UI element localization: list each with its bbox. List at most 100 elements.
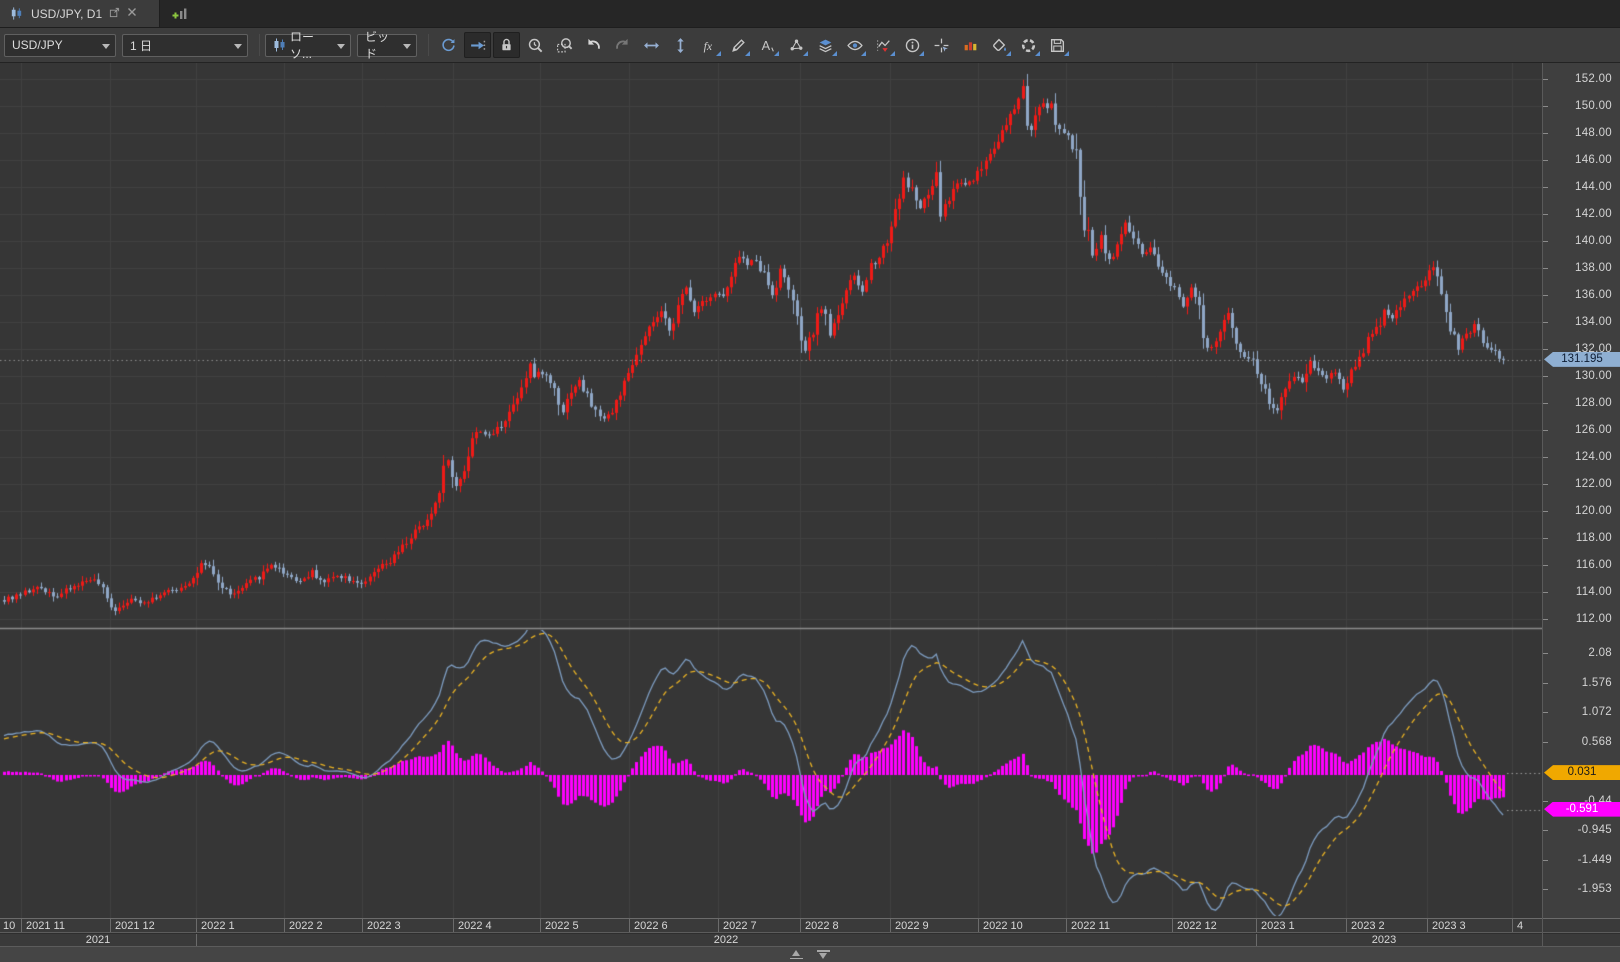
signals-button[interactable] <box>870 32 897 58</box>
indicator-tick-label: 1.576 <box>1582 677 1612 689</box>
draw-icon <box>730 37 747 54</box>
indicator-tick-label: 2.08 <box>1588 647 1612 659</box>
month-divider <box>890 919 891 932</box>
current-price-badge: 131.195 <box>1544 352 1620 367</box>
year-divider <box>196 934 197 946</box>
symbol-select[interactable]: USD/JPY <box>4 34 116 57</box>
object-layers-button[interactable] <box>812 32 839 58</box>
crosshair-button[interactable] <box>928 32 955 58</box>
zoom-region-button[interactable] <box>551 32 578 58</box>
chart-type-select[interactable]: ローソ... <box>265 34 351 57</box>
month-label: 2023 2 <box>1351 920 1385 932</box>
chart-colors-button[interactable] <box>986 32 1013 58</box>
month-label: 2021 12 <box>115 920 155 932</box>
month-label: 4 <box>1517 920 1523 932</box>
price-tick-label: 126.00 <box>1575 424 1612 436</box>
axis-tick-mark <box>1543 106 1548 107</box>
price-tick-label: 138.00 <box>1575 262 1612 274</box>
price-axis[interactable]: 131.195 0.031 -0.591 152.00150.00148.001… <box>1542 63 1620 918</box>
chart-tab-bar: USD/JPY, D1 <box>0 0 1620 28</box>
month-divider <box>629 919 630 932</box>
chart-tab-usdjpy-d1[interactable]: USD/JPY, D1 <box>0 0 160 27</box>
zoom-in-icon <box>527 37 544 54</box>
scale-horizontal-button[interactable] <box>638 32 665 58</box>
month-divider <box>718 919 719 932</box>
lock-scrolling-button[interactable] <box>493 32 520 58</box>
toolbar-icon-group: fx A <box>434 32 1072 58</box>
crosshair-icon <box>933 37 950 54</box>
refresh-button[interactable] <box>435 32 462 58</box>
axis-tick-mark <box>1543 376 1548 377</box>
price-tick-label: 148.00 <box>1575 127 1612 139</box>
info-icon <box>904 37 921 54</box>
popout-chart-icon[interactable] <box>109 7 120 21</box>
close-tab-icon[interactable] <box>127 7 137 20</box>
undo-button[interactable] <box>580 32 607 58</box>
month-label: 2023 1 <box>1261 920 1295 932</box>
scale-vertical-icon <box>672 37 689 54</box>
candlestick-chart-icon <box>8 6 24 22</box>
scale-vertical-button[interactable] <box>667 32 694 58</box>
price-tick-label: 130.00 <box>1575 370 1612 382</box>
price-tick-label: 146.00 <box>1575 154 1612 166</box>
month-divider <box>1066 919 1067 932</box>
month-divider <box>21 919 22 932</box>
month-label: 2022 3 <box>367 920 401 932</box>
period-select[interactable]: 1 日 <box>122 34 248 57</box>
object-layers-icon <box>817 37 834 54</box>
axis-tick-mark <box>1543 683 1548 684</box>
draw-button[interactable] <box>725 32 752 58</box>
month-divider <box>1172 919 1173 932</box>
time-axis-months[interactable]: 102021 112021 122022 12022 22022 32022 4… <box>0 918 1620 933</box>
price-mode-select[interactable]: ビッド <box>357 34 417 57</box>
undo-icon <box>585 37 602 54</box>
auto-scroll-button[interactable] <box>464 32 491 58</box>
zoom-in-button[interactable] <box>522 32 549 58</box>
price-tick-label: 150.00 <box>1575 100 1612 112</box>
month-label: 2022 10 <box>983 920 1023 932</box>
collapse-panel-down-button[interactable] <box>817 950 830 959</box>
month-divider <box>1427 919 1428 932</box>
price-tick-label: 120.00 <box>1575 505 1612 517</box>
patterns-button[interactable] <box>783 32 810 58</box>
price-tick-label: 134.00 <box>1575 316 1612 328</box>
save-button[interactable] <box>1044 32 1071 58</box>
axis-tick-mark <box>1543 538 1548 539</box>
month-divider <box>1256 919 1257 932</box>
indicators-button[interactable]: fx <box>696 32 723 58</box>
month-label: 2022 9 <box>895 920 929 932</box>
year-label: 2022 <box>714 934 738 946</box>
refresh-icon <box>440 37 457 54</box>
price-tick-label: 116.00 <box>1576 559 1612 571</box>
candlestick-type-icon <box>273 38 285 52</box>
info-button[interactable] <box>899 32 926 58</box>
month-divider <box>453 919 454 932</box>
bottom-panel-strip <box>0 947 1620 962</box>
save-icon <box>1049 37 1066 54</box>
annotate-text-icon: A <box>759 37 776 54</box>
annotate-text-button[interactable]: A <box>754 32 781 58</box>
axis-tick-mark <box>1543 268 1548 269</box>
month-label: 10 <box>3 920 15 932</box>
month-divider <box>978 919 979 932</box>
triangle-up-icon <box>792 950 800 956</box>
axis-tick-mark <box>1543 430 1548 431</box>
chart-options-button[interactable] <box>1015 32 1042 58</box>
axis-tick-mark <box>1543 801 1548 802</box>
month-divider <box>800 919 801 932</box>
new-chart-button[interactable] <box>160 0 201 27</box>
time-axis-years[interactable]: 202120222023 <box>0 934 1620 947</box>
redo-icon <box>614 37 631 54</box>
chevron-down-icon <box>337 44 345 49</box>
price-tick-label: 144.00 <box>1575 181 1612 193</box>
volume-button[interactable] <box>957 32 984 58</box>
indicator-tick-label: 1.072 <box>1582 706 1612 718</box>
price-and-macd-chart-canvas[interactable] <box>0 63 1542 918</box>
volume-icon <box>962 37 979 54</box>
indicator-tick-label: -0.945 <box>1578 824 1612 836</box>
collapse-panel-up-button[interactable] <box>790 950 803 959</box>
visibility-button[interactable] <box>841 32 868 58</box>
month-label: 2021 11 <box>26 920 65 932</box>
year-label: 2023 <box>1372 934 1396 946</box>
month-label: 2022 1 <box>201 920 235 932</box>
